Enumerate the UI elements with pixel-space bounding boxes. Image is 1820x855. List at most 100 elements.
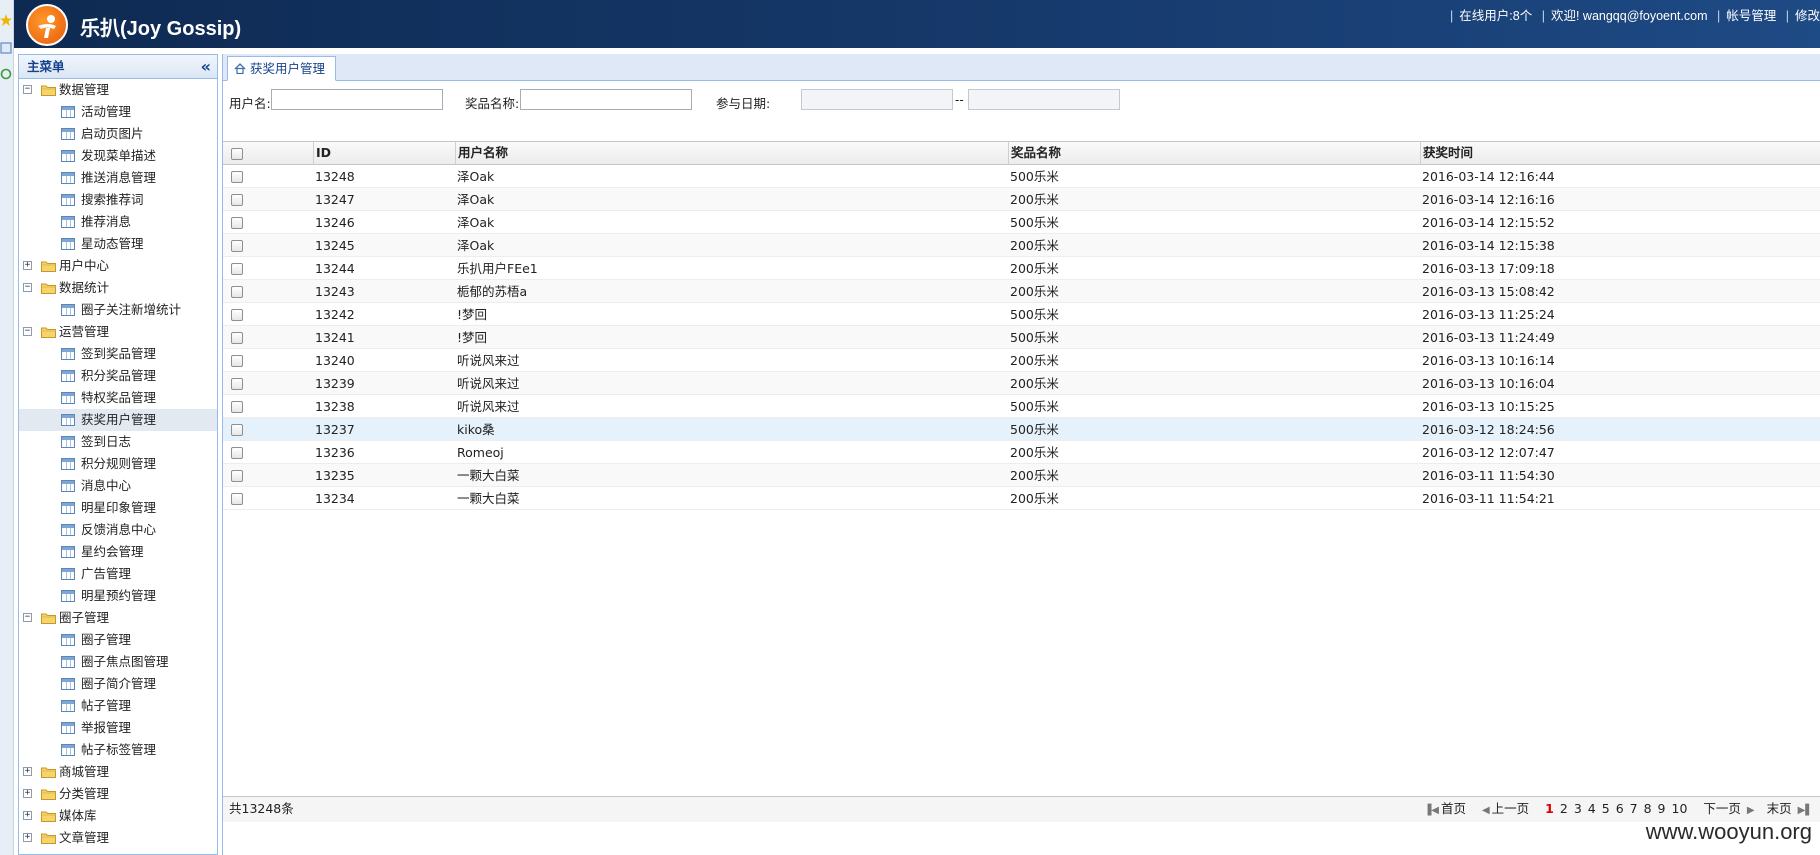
tab-winner-users[interactable]: 获奖用户管理 (227, 56, 337, 81)
menu-item[interactable]: 活动管理 (19, 101, 217, 123)
menu-item[interactable]: 圈子关注新增统计 (19, 299, 217, 321)
next-page-button[interactable]: 下一页 ▶ (1703, 801, 1756, 816)
table-row[interactable]: 13239 听说风来过 200乐米 2016-03-13 10:16:04 (223, 372, 1820, 395)
row-checkbox[interactable] (231, 286, 243, 298)
row-checkbox[interactable] (231, 447, 243, 459)
page-number-button[interactable]: 7 (1630, 801, 1638, 816)
expand-toggle-icon[interactable]: + (23, 789, 32, 798)
star-icon[interactable] (0, 14, 12, 26)
page-number-button[interactable]: 5 (1602, 801, 1610, 816)
menu-item[interactable]: 广告管理 (19, 563, 217, 585)
menu-item[interactable]: 获奖用户管理 (19, 409, 217, 431)
menu-item[interactable]: 星动态管理 (19, 233, 217, 255)
page-number-button[interactable]: 9 (1658, 801, 1666, 816)
page-number-button[interactable]: 6 (1616, 801, 1624, 816)
page-number-button[interactable]: 3 (1574, 801, 1582, 816)
menu-item[interactable]: 搜索推荐词 (19, 189, 217, 211)
menu-item[interactable]: 帖子管理 (19, 695, 217, 717)
row-checkbox[interactable] (231, 171, 243, 183)
table-row[interactable]: 13240 听说风来过 200乐米 2016-03-13 10:16:14 (223, 349, 1820, 372)
expand-toggle-icon[interactable]: + (23, 811, 32, 820)
menu-group-1[interactable]: + 用户中心 (19, 255, 217, 277)
row-checkbox[interactable] (231, 263, 243, 275)
column-header-prize-name[interactable]: 奖品名称 (1008, 142, 1420, 164)
menu-group-0[interactable]: − 数据管理 (19, 79, 217, 101)
column-header-id[interactable]: ID (313, 142, 455, 164)
menu-group-2[interactable]: − 数据统计 (19, 277, 217, 299)
table-row[interactable]: 13246 泽Oak 500乐米 2016-03-14 12:15:52 (223, 211, 1820, 234)
expand-toggle-icon[interactable]: + (23, 261, 32, 270)
menu-item[interactable]: 启动页图片 (19, 123, 217, 145)
menu-group-4[interactable]: − 圈子管理 (19, 607, 217, 629)
modify-link[interactable]: 修改 (1795, 9, 1820, 23)
table-row[interactable]: 13234 一颗大白菜 200乐米 2016-03-11 11:54:21 (223, 487, 1820, 510)
column-header-username[interactable]: 用户名称 (455, 142, 1008, 164)
page-number-button[interactable]: 2 (1560, 801, 1568, 816)
table-row[interactable]: 13238 听说风来过 500乐米 2016-03-13 10:15:25 (223, 395, 1820, 418)
prize-name-input[interactable] (520, 89, 692, 110)
page-number-button[interactable]: 10 (1672, 801, 1688, 816)
page-number-button[interactable]: 4 (1588, 801, 1596, 816)
menu-item[interactable]: 发现菜单描述 (19, 145, 217, 167)
row-checkbox[interactable] (231, 217, 243, 229)
row-checkbox[interactable] (231, 470, 243, 482)
collapse-toggle-icon[interactable]: − (23, 327, 32, 336)
menu-item[interactable]: 明星印象管理 (19, 497, 217, 519)
username-input[interactable] (271, 89, 443, 110)
first-page-button[interactable]: ▐◀ 首页 (1424, 801, 1472, 816)
menu-item[interactable]: 签到日志 (19, 431, 217, 453)
expand-toggle-icon[interactable]: + (23, 767, 32, 776)
menu-item[interactable]: 积分规则管理 (19, 453, 217, 475)
collapse-toggle-icon[interactable]: − (23, 283, 32, 292)
date-from-input[interactable] (801, 89, 953, 110)
menu-item[interactable]: 帖子标签管理 (19, 739, 217, 761)
menu-group-3[interactable]: − 运营管理 (19, 321, 217, 343)
table-row[interactable]: 13235 一颗大白菜 200乐米 2016-03-11 11:54:30 (223, 464, 1820, 487)
table-row[interactable]: 13243 栀郁的苏梧a 200乐米 2016-03-13 15:08:42 (223, 280, 1820, 303)
collapse-toggle-icon[interactable]: − (23, 613, 32, 622)
menu-item[interactable]: 圈子管理 (19, 629, 217, 651)
table-row[interactable]: 13241 !梦回 500乐米 2016-03-13 11:24:49 (223, 326, 1820, 349)
menu-item[interactable]: 推送消息管理 (19, 167, 217, 189)
row-checkbox[interactable] (231, 240, 243, 252)
column-header-win-time[interactable]: 获奖时间 (1420, 142, 1820, 164)
table-row[interactable]: 13245 泽Oak 200乐米 2016-03-14 12:15:38 (223, 234, 1820, 257)
menu-group-6[interactable]: + 分类管理 (19, 783, 217, 805)
table-row[interactable]: 13237 kiko桑 500乐米 2016-03-12 18:24:56 (223, 418, 1820, 441)
table-row[interactable]: 13236 Romeoj 200乐米 2016-03-12 12:07:47 (223, 441, 1820, 464)
collapse-icon[interactable]: « (201, 55, 211, 78)
page-number-button[interactable]: 8 (1644, 801, 1652, 816)
last-page-button[interactable]: 末页 ▶▌ (1767, 801, 1815, 816)
table-row[interactable]: 13244 乐扒用户FEe1 200乐米 2016-03-13 17:09:18 (223, 257, 1820, 280)
row-checkbox[interactable] (231, 309, 243, 321)
table-row[interactable]: 13247 泽Oak 200乐米 2016-03-14 12:16:16 (223, 188, 1820, 211)
menu-item[interactable]: 特权奖品管理 (19, 387, 217, 409)
collapse-toggle-icon[interactable]: − (23, 85, 32, 94)
menu-item[interactable]: 圈子焦点图管理 (19, 651, 217, 673)
row-checkbox[interactable] (231, 355, 243, 367)
menu-item[interactable]: 反馈消息中心 (19, 519, 217, 541)
menu-group-7[interactable]: + 媒体库 (19, 805, 217, 827)
menu-item[interactable]: 明星预约管理 (19, 585, 217, 607)
table-row[interactable]: 13248 泽Oak 500乐米 2016-03-14 12:16:44 (223, 165, 1820, 188)
menu-group-5[interactable]: + 商城管理 (19, 761, 217, 783)
menu-item[interactable]: 举报管理 (19, 717, 217, 739)
row-checkbox[interactable] (231, 493, 243, 505)
menu-group-8[interactable]: + 文章管理 (19, 827, 217, 849)
menu-item[interactable]: 圈子简介管理 (19, 673, 217, 695)
row-checkbox[interactable] (231, 194, 243, 206)
row-checkbox[interactable] (231, 332, 243, 344)
date-to-input[interactable] (968, 89, 1120, 110)
menu-item[interactable]: 星约会管理 (19, 541, 217, 563)
menu-item[interactable]: 消息中心 (19, 475, 217, 497)
menu-item[interactable]: 积分奖品管理 (19, 365, 217, 387)
menu-item[interactable]: 签到奖品管理 (19, 343, 217, 365)
prev-page-button[interactable]: ◀ 上一页 (1482, 801, 1535, 816)
select-all-checkbox[interactable] (231, 148, 243, 160)
refresh-icon[interactable] (0, 68, 12, 80)
page-number-button[interactable]: 1 (1545, 801, 1554, 816)
account-management-link[interactable]: 帐号管理 (1726, 9, 1776, 23)
menu-item[interactable]: 推荐消息 (19, 211, 217, 233)
row-checkbox[interactable] (231, 378, 243, 390)
table-row[interactable]: 13242 !梦回 500乐米 2016-03-13 11:25:24 (223, 303, 1820, 326)
